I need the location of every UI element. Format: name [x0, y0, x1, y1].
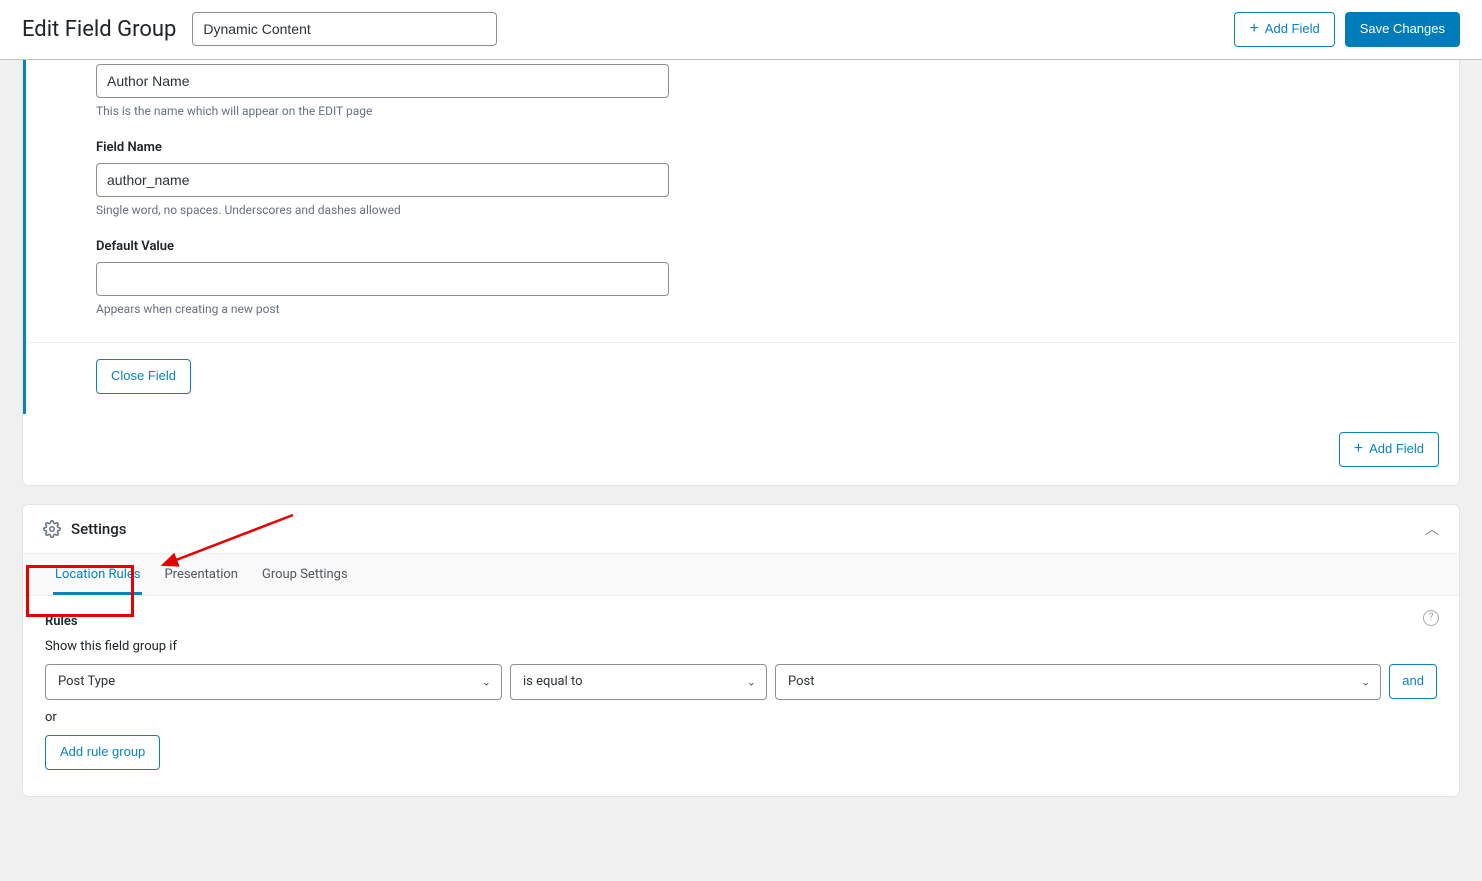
field-group-title-input[interactable]: [192, 12, 497, 46]
default-value-hint: Appears when creating a new post: [96, 302, 1389, 316]
and-label: and: [1402, 673, 1424, 690]
header-actions: + Add Field Save Changes: [1234, 12, 1460, 47]
rule-value-select[interactable]: Post ⌄: [775, 664, 1381, 700]
default-value-label: Default Value: [96, 239, 1389, 254]
rule-row: Post Type ⌄ is equal to ⌄ Post ⌄ and: [45, 664, 1437, 700]
field-settings: This is the name which will appear on th…: [23, 60, 1459, 414]
rule-param-value: Post Type: [46, 665, 501, 699]
add-rule-group-label: Add rule group: [60, 744, 145, 761]
settings-title: Settings: [71, 520, 127, 538]
rule-operator-value: is equal to: [511, 665, 766, 699]
header-bar: Edit Field Group + Add Field Save Change…: [0, 0, 1482, 60]
rule-param-select[interactable]: Post Type ⌄: [45, 664, 502, 700]
field-name-hint: Single word, no spaces. Underscores and …: [96, 203, 1389, 217]
chevron-up-icon[interactable]: ︿: [1425, 519, 1439, 539]
save-changes-button[interactable]: Save Changes: [1345, 12, 1460, 47]
gear-icon: [43, 520, 61, 538]
plus-icon: +: [1249, 21, 1258, 37]
chevron-down-icon: ⌄: [482, 675, 491, 688]
add-field-button-header[interactable]: + Add Field: [1234, 12, 1334, 47]
tab-group-settings[interactable]: Group Settings: [250, 554, 360, 595]
settings-header[interactable]: Settings ︿: [23, 505, 1459, 553]
page-title: Edit Field Group: [22, 17, 176, 42]
add-field-label-footer: Add Field: [1369, 441, 1424, 458]
rules-heading: Rules: [45, 614, 1437, 629]
field-name-label: Field Name: [96, 140, 1389, 155]
chevron-down-icon: ⌄: [747, 675, 756, 688]
rules-body: ? Rules Show this field group if Post Ty…: [23, 596, 1459, 796]
settings-panel: Settings ︿ Location Rules Presentation G…: [22, 504, 1460, 797]
and-button[interactable]: and: [1389, 664, 1437, 699]
field-panel: This is the name which will appear on th…: [22, 60, 1460, 486]
add-field-row: + Add Field: [23, 414, 1459, 485]
field-label-group: This is the name which will appear on th…: [26, 62, 1459, 342]
tab-presentation[interactable]: Presentation: [152, 554, 250, 595]
close-field-row: Close Field: [26, 343, 1459, 414]
plus-icon: +: [1354, 441, 1363, 457]
tab-location-rules[interactable]: Location Rules: [43, 554, 152, 595]
settings-tabs: Location Rules Presentation Group Settin…: [23, 553, 1459, 596]
close-field-button[interactable]: Close Field: [96, 359, 191, 394]
field-label-input[interactable]: [96, 64, 669, 98]
rule-value-value: Post: [776, 665, 1380, 699]
help-icon[interactable]: ?: [1423, 610, 1439, 626]
close-field-label: Close Field: [111, 368, 176, 385]
rules-subheading: Show this field group if: [45, 639, 1437, 654]
rule-operator-select[interactable]: is equal to ⌄: [510, 664, 767, 700]
add-rule-group-button[interactable]: Add rule group: [45, 735, 160, 770]
add-field-label: Add Field: [1265, 21, 1320, 38]
add-field-button-footer[interactable]: + Add Field: [1339, 432, 1439, 467]
main-content: This is the name which will appear on th…: [0, 60, 1482, 819]
field-name-input[interactable]: [96, 163, 669, 197]
or-label: or: [45, 710, 1437, 725]
default-value-input[interactable]: [96, 262, 669, 296]
chevron-down-icon: ⌄: [1361, 675, 1370, 688]
save-label: Save Changes: [1360, 21, 1445, 38]
field-label-hint: This is the name which will appear on th…: [96, 104, 1389, 118]
